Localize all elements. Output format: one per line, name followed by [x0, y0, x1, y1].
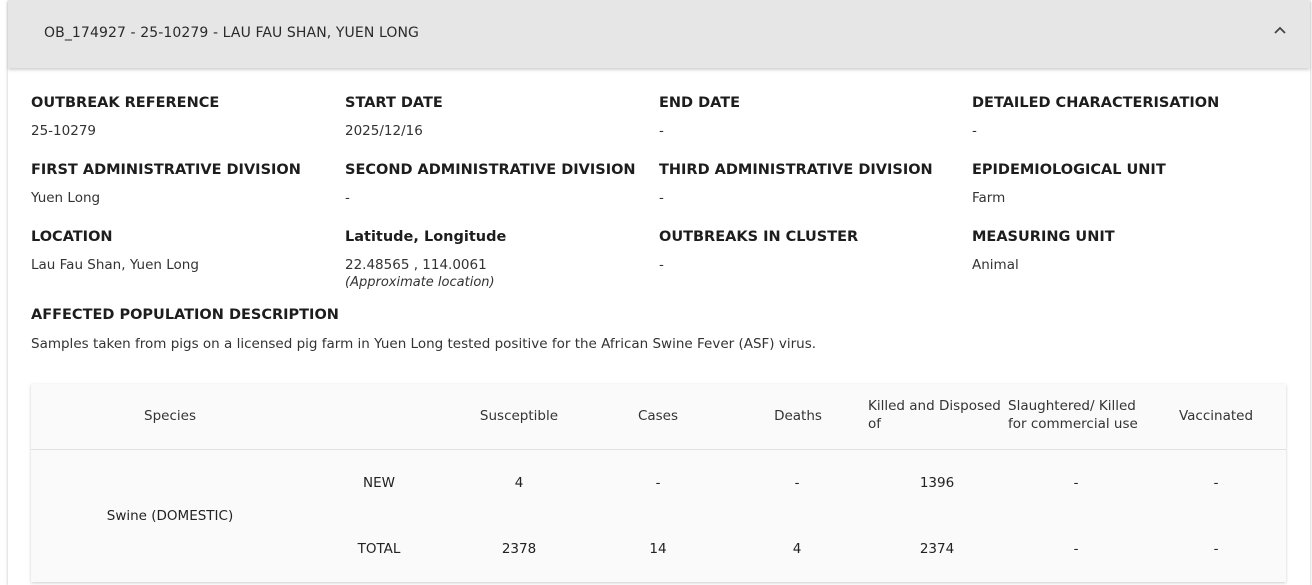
col-species: Species: [144, 408, 196, 424]
col-susceptible: Susceptible: [479, 408, 559, 424]
cell-vaccinated: -: [1213, 541, 1219, 557]
col-slaughtered: Slaughtered/ Killed for commercial use: [1008, 398, 1148, 432]
col-killed-line2: of: [868, 416, 882, 432]
detailed-characterisation-value: -: [972, 123, 977, 139]
col-vaccinated: Vaccinated: [1178, 408, 1254, 424]
cell-cases: -: [655, 475, 661, 491]
location-label: LOCATION: [31, 229, 113, 245]
field-detailed-characterisation: DETAILED CHARACTERISATION -: [972, 95, 1219, 139]
field-second-admin-division: SECOND ADMINISTRATIVE DIVISION -: [345, 162, 636, 206]
outbreak-panel-header[interactable]: OB_174927 - 25-10279 - LAU FAU SHAN, YUE…: [8, 0, 1310, 68]
detailed-characterisation-label: DETAILED CHARACTERISATION: [972, 95, 1220, 111]
species-table: Species Susceptible Cases Deaths Killed …: [31, 384, 1286, 582]
cell-cases: 14: [649, 541, 667, 557]
field-third-admin-division: THIRD ADMINISTRATIVE DIVISION -: [659, 162, 933, 206]
second-admin-label: SECOND ADMINISTRATIVE DIVISION: [345, 162, 636, 178]
cell-slaughtered: -: [1073, 541, 1079, 557]
affected-population-value: Samples taken from pigs on a licensed pi…: [31, 336, 817, 352]
cell-deaths: 4: [792, 541, 802, 557]
field-outbreak-reference: OUTBREAK REFERENCE 25-10279: [31, 95, 219, 139]
col-slaughtered-line1: Slaughtered/ Killed: [1008, 398, 1136, 414]
epi-unit-label: EPIDEMIOLOGICAL UNIT: [972, 162, 1166, 178]
field-lat-lng: Latitude, Longitude 22.48565 , 114.0061 …: [345, 229, 506, 290]
col-slaughtered-line2: for commercial use: [1008, 416, 1138, 432]
col-cases: Cases: [637, 408, 679, 424]
outbreaks-cluster-label: OUTBREAKS IN CLUSTER: [659, 229, 859, 245]
location-value: Lau Fau Shan, Yuen Long: [31, 257, 199, 273]
start-date-label: START DATE: [345, 95, 443, 111]
row-type: TOTAL: [357, 541, 401, 557]
field-location: LOCATION Lau Fau Shan, Yuen Long: [31, 229, 199, 273]
outbreak-reference-label: OUTBREAK REFERENCE: [31, 95, 220, 111]
row-type: NEW: [363, 475, 395, 491]
table-header: Species Susceptible Cases Deaths Killed …: [31, 384, 1286, 450]
field-outbreaks-in-cluster: OUTBREAKS IN CLUSTER -: [659, 229, 858, 273]
col-killed-disposed: Killed and Disposed of: [868, 398, 1008, 432]
first-admin-label: FIRST ADMINISTRATIVE DIVISION: [31, 162, 301, 178]
cell-killed: 2374: [919, 541, 955, 557]
field-end-date: END DATE -: [659, 95, 740, 139]
start-date-value: 2025/12/16: [345, 123, 423, 139]
latlng-label: Latitude, Longitude: [345, 229, 507, 245]
field-start-date: START DATE 2025/12/16: [345, 95, 443, 139]
cell-susceptible: 4: [514, 475, 524, 491]
field-measuring-unit: MEASURING UNIT Animal: [972, 229, 1115, 273]
cell-killed: 1396: [919, 475, 955, 491]
cell-vaccinated: -: [1213, 475, 1219, 491]
cell-slaughtered: -: [1073, 475, 1079, 491]
outbreaks-cluster-value: -: [659, 257, 664, 273]
measuring-unit-label: MEASURING UNIT: [972, 229, 1115, 245]
chevron-up-icon[interactable]: [1272, 22, 1288, 38]
third-admin-label: THIRD ADMINISTRATIVE DIVISION: [659, 162, 933, 178]
col-deaths: Deaths: [774, 408, 822, 424]
latlng-value: 22.48565 , 114.0061: [345, 257, 487, 273]
end-date-label: END DATE: [659, 95, 741, 111]
first-admin-value: Yuen Long: [31, 190, 101, 206]
col-killed-line1: Killed and Disposed: [868, 398, 1001, 414]
cell-susceptible: 2378: [501, 541, 537, 557]
third-admin-value: -: [659, 190, 664, 206]
outbreak-title: OB_174927 - 25-10279 - LAU FAU SHAN, YUE…: [44, 25, 419, 41]
field-first-admin-division: FIRST ADMINISTRATIVE DIVISION Yuen Long: [31, 162, 301, 206]
affected-population-label: AFFECTED POPULATION DESCRIPTION: [31, 307, 339, 323]
field-epidemiological-unit: EPIDEMIOLOGICAL UNIT Farm: [972, 162, 1166, 206]
outbreak-reference-value: 25-10279: [31, 123, 96, 139]
cell-deaths: -: [794, 475, 800, 491]
latlng-note: (Approximate location): [345, 275, 495, 290]
measuring-unit-value: Animal: [972, 257, 1019, 273]
species-name: Swine (DOMESTIC): [106, 508, 234, 524]
second-admin-value: -: [345, 190, 350, 206]
end-date-value: -: [659, 123, 664, 139]
epi-unit-value: Farm: [972, 190, 1006, 206]
